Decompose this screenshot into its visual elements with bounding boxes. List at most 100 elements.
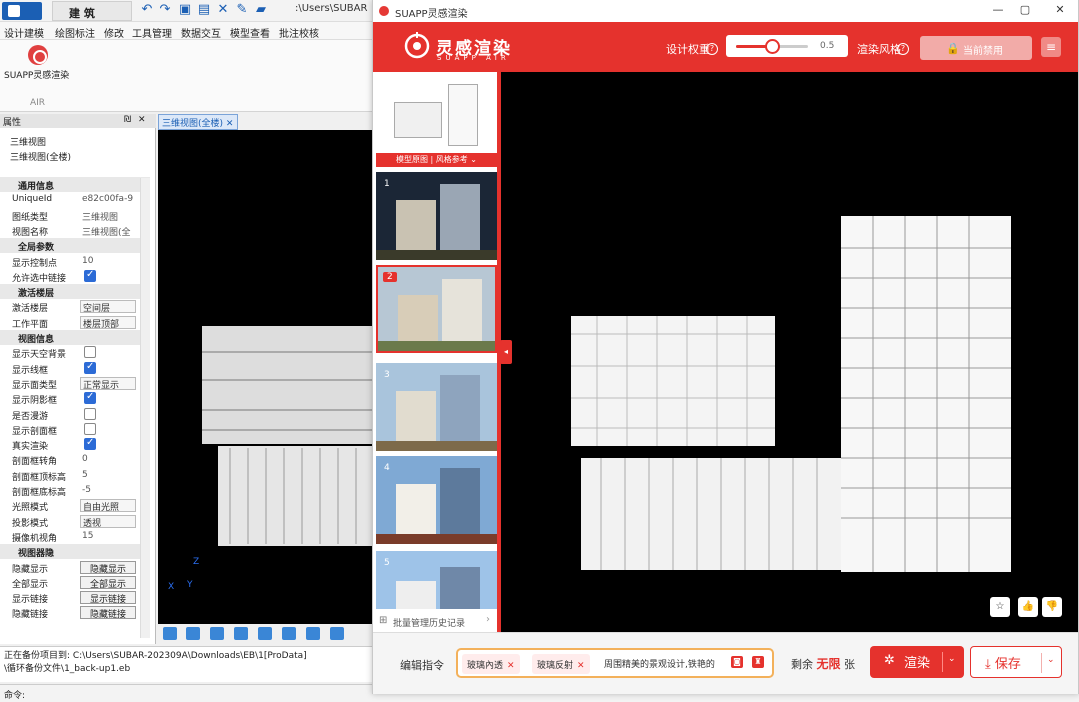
menu-tools[interactable]: 工具管理: [132, 25, 172, 40]
app-logo-icon[interactable]: [2, 2, 42, 20]
property-value[interactable]: -5: [82, 485, 91, 495]
help-icon[interactable]: ?: [706, 43, 718, 55]
view-iso-icon[interactable]: [234, 627, 248, 640]
property-row: 工作平面 楼层顶部: [0, 315, 150, 330]
prompt-text[interactable]: 周围精美的景观设计,铁艳的: [604, 657, 728, 670]
status-line-2: \循环备份文件\1_back-up1.eb: [4, 664, 131, 674]
render-building-model: [571, 216, 1011, 572]
rotate-icon[interactable]: [258, 627, 272, 640]
property-value[interactable]: 0: [82, 454, 88, 464]
property-checkbox[interactable]: [84, 422, 96, 435]
property-button[interactable]: 隐藏链接: [80, 606, 136, 620]
property-select[interactable]: 空间层: [80, 300, 136, 314]
property-value[interactable]: 三维视图: [82, 210, 118, 223]
property-value[interactable]: 5: [82, 470, 88, 480]
property-label: 激活楼层: [12, 304, 49, 315]
property-label: 剖面框转角: [12, 457, 58, 468]
property-checkbox[interactable]: [84, 407, 96, 420]
menu-modify[interactable]: 修改: [104, 25, 124, 40]
property-value[interactable]: 10: [82, 256, 93, 266]
property-select[interactable]: 透视: [80, 514, 136, 529]
tab-architecture[interactable]: 建 筑: [52, 1, 132, 21]
chip-remove-icon[interactable]: ✕: [577, 661, 585, 671]
save-icon[interactable]: ▣: [178, 3, 192, 17]
suapp-plugin-label[interactable]: SUAPP灵感渲染: [4, 68, 69, 81]
property-section[interactable]: 视图信息: [0, 330, 150, 346]
view-front-icon[interactable]: [186, 627, 200, 640]
property-section[interactable]: 激活楼层: [0, 284, 150, 300]
menu-design-modeling[interactable]: 设计建模: [4, 25, 44, 40]
render-view[interactable]: [501, 72, 1078, 632]
pin-icon[interactable]: ₪: [124, 115, 131, 125]
menu-drawing-annotation[interactable]: 绘图标注: [55, 25, 95, 40]
prompt-chip[interactable]: 玻璃內透 ✕: [462, 654, 520, 674]
property-checkbox[interactable]: [84, 269, 96, 282]
property-checkbox[interactable]: [84, 437, 96, 451]
property-section[interactable]: 通用信息: [0, 177, 150, 193]
property-value[interactable]: 15: [82, 531, 93, 541]
chip-remove-icon[interactable]: ✕: [507, 661, 515, 671]
property-button[interactable]: 隐藏显示: [80, 560, 136, 575]
slider-handle[interactable]: [765, 39, 780, 54]
properties-scrollbar[interactable]: [140, 178, 150, 638]
property-button[interactable]: 显示链接: [80, 591, 136, 605]
measure-icon[interactable]: ✎: [235, 3, 249, 17]
chevron-down-icon[interactable]: ⌄: [1047, 655, 1055, 665]
thumb-render-3[interactable]: 3: [376, 363, 497, 451]
property-checkbox[interactable]: [84, 346, 96, 359]
section-box-icon[interactable]: [330, 627, 344, 640]
thumb-render-1[interactable]: 1: [376, 172, 497, 260]
property-section[interactable]: 视图器隐: [0, 544, 150, 560]
3d-viewport[interactable]: [158, 130, 372, 624]
close-doc-icon[interactable]: ✕: [216, 3, 230, 17]
property-section[interactable]: 全局参数: [0, 238, 150, 254]
property-select[interactable]: 自由光照: [80, 499, 136, 513]
view-top-icon[interactable]: [210, 627, 224, 640]
suapp-plugin-icon[interactable]: [28, 45, 48, 65]
folder-icon[interactable]: ▰: [254, 3, 268, 17]
property-button[interactable]: 全部显示: [80, 575, 136, 590]
close-icon[interactable]: ✕: [138, 115, 146, 125]
batch-manage-history-link[interactable]: 批量管理历史记录: [393, 616, 465, 629]
prompt-image-icon[interactable]: ◙: [731, 656, 743, 668]
chevron-down-icon[interactable]: ⌄: [948, 654, 956, 664]
property-value[interactable]: e82c00fa-9: [82, 194, 133, 204]
menu-button[interactable]: ≡: [1041, 37, 1061, 57]
layers-icon[interactable]: [306, 627, 320, 640]
thumbs-down-icon[interactable]: 👎: [1042, 597, 1062, 617]
menu-review[interactable]: 批注校核: [279, 25, 319, 40]
batch-manage-icon[interactable]: ⊞: [379, 615, 387, 626]
thumbs-up-icon[interactable]: 👍: [1018, 597, 1038, 617]
thumb-render-4[interactable]: 4: [376, 456, 497, 544]
menu-data-exchange[interactable]: 数据交互: [181, 25, 221, 40]
minimize-button[interactable]: —: [989, 3, 1007, 19]
save-button[interactable]: ⤓ 保存 ⌄: [970, 646, 1062, 678]
property-row: 真实渲染: [0, 437, 150, 452]
maximize-button[interactable]: ▢: [1016, 3, 1034, 19]
tab-3d-view[interactable]: 三维视图(全楼) ✕: [158, 114, 238, 130]
close-window-button[interactable]: ✕: [1051, 3, 1069, 19]
prompt-style-icon[interactable]: ♜: [752, 656, 764, 668]
prompt-chip[interactable]: 玻璃反射 ✕: [532, 654, 590, 674]
menu-model-view[interactable]: 模型查看: [230, 25, 270, 40]
thumb-original-model[interactable]: [376, 74, 497, 154]
property-checkbox[interactable]: [84, 361, 96, 374]
undo-icon[interactable]: ↶: [140, 3, 154, 17]
help-icon[interactable]: ?: [897, 43, 909, 55]
star-icon[interactable]: ☆: [990, 597, 1010, 617]
save-as-icon[interactable]: ▤: [197, 3, 211, 17]
view-name-line: 三维视图(全楼): [10, 153, 72, 163]
view-side-icon[interactable]: [282, 627, 296, 640]
redo-icon[interactable]: ↷: [158, 3, 172, 17]
thumb-render-5[interactable]: 5: [376, 551, 497, 609]
thumb-original-label[interactable]: 模型原图 | 风格参考 ⌄: [376, 153, 497, 167]
property-select[interactable]: 正常显示: [80, 376, 136, 391]
view-cube-icon[interactable]: [163, 627, 177, 640]
chevron-right-icon[interactable]: ›: [486, 614, 490, 625]
collapse-sidebar-button[interactable]: ◂: [500, 340, 512, 364]
property-checkbox[interactable]: [84, 391, 96, 405]
thumb-render-2[interactable]: 2: [376, 265, 497, 353]
render-button[interactable]: ✲ 渲染 ⌄: [870, 646, 964, 678]
property-select[interactable]: 楼层顶部: [80, 315, 136, 330]
property-value[interactable]: 三维视图(全: [82, 225, 131, 238]
